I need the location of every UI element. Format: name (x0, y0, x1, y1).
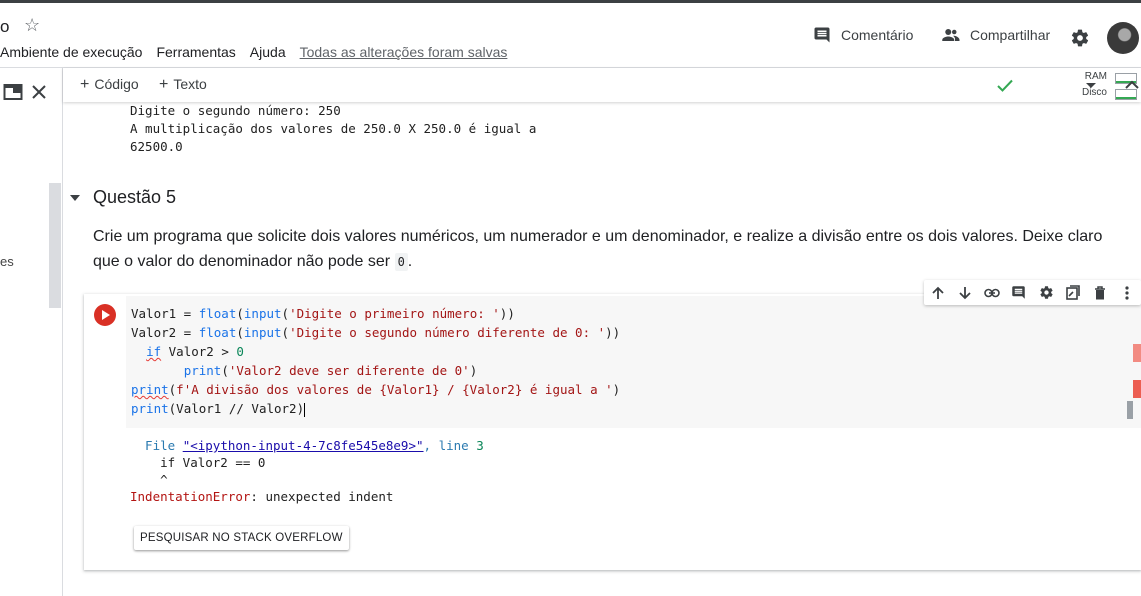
comment-icon[interactable] (1010, 284, 1028, 302)
code-line: Valor1 = float(input('Digite o primeiro … (131, 306, 515, 321)
check-icon (997, 79, 1013, 92)
previous-cell-output: Digite o segundo número: 250 A multiplica… (130, 102, 536, 156)
error-line: IndentationError: unexpected indent (130, 488, 484, 505)
close-icon[interactable] (30, 83, 48, 101)
code-line: print('Valor2 deve ser diferente de 0') (183, 363, 478, 378)
code-line: if Valor2 > 0 (146, 344, 244, 359)
description-end: . (407, 253, 413, 270)
cell-output: File "<ipython-input-4-7c8fe545e8e9>", l… (130, 437, 484, 505)
move-down-icon[interactable] (956, 284, 974, 302)
comment-label: Comentário (841, 27, 914, 43)
gear-icon[interactable] (1070, 28, 1090, 53)
description-line2: que o valor do denominador não pode ser (93, 253, 391, 270)
code-content[interactable]: Valor1 = float(input('Digite o primeiro … (131, 304, 620, 418)
notebook-toolbar: + Código + Texto RAM Disco (63, 68, 1141, 102)
left-panel-scrollbar[interactable] (49, 183, 61, 308)
add-text-button[interactable]: + Texto (159, 76, 207, 94)
comment-icon (814, 27, 830, 43)
code-line: Valor2 = float(input('Digite o segundo n… (131, 325, 621, 340)
add-text-label: Texto (173, 76, 207, 92)
traceback-source-line: if Valor2 == 0 (130, 455, 266, 470)
menu-help[interactable]: Ajuda (250, 44, 286, 60)
delete-icon[interactable] (1091, 284, 1109, 302)
open-in-tab-icon[interactable] (3, 83, 23, 101)
section-header[interactable]: Questão 5 (70, 187, 176, 208)
text-cursor (304, 402, 306, 417)
more-icon[interactable] (1118, 284, 1136, 302)
error-marker (1133, 344, 1141, 362)
output-line: 62500.0 (130, 139, 183, 154)
error-name: IndentationError (130, 489, 251, 504)
share-button[interactable]: Compartilhar (941, 26, 1050, 44)
error-marker (1133, 380, 1141, 398)
mirror-cell-icon[interactable] (1064, 284, 1082, 302)
editor-scrollbar[interactable] (1127, 401, 1133, 419)
menu-bar: Ambiente de execução Ferramentas Ajuda T… (0, 44, 521, 60)
header: o ☆ Ambiente de execução Ferramentas Aju… (0, 3, 1141, 68)
left-panel: es (0, 68, 63, 596)
traceback-caret: ^ (130, 472, 168, 487)
section-description: Crie um programa que solicite dois valor… (93, 224, 1113, 275)
menu-runtime[interactable]: Ambiente de execução (0, 44, 142, 60)
description-line1: Crie um programa que solicite dois valor… (93, 228, 1103, 245)
dropdown-icon[interactable] (1086, 83, 1096, 89)
search-stack-overflow-button[interactable]: PESQUISAR NO STACK OVERFLOW (134, 526, 349, 550)
run-icon[interactable] (94, 304, 116, 326)
error-message: : unexpected indent (250, 489, 394, 504)
share-icon (942, 29, 960, 41)
disk-bar (1115, 89, 1137, 100)
add-code-button[interactable]: + Código (80, 76, 139, 94)
add-code-label: Código (94, 76, 139, 92)
traceback-file-link[interactable]: "<ipython-input-4-7c8fe545e8e9>" (183, 438, 424, 453)
section-title: Questão 5 (93, 187, 177, 207)
notebook-title[interactable]: o (0, 17, 9, 37)
menu-tools[interactable]: Ferramentas (156, 44, 235, 60)
collapse-icon[interactable] (1125, 80, 1139, 89)
comment-button[interactable]: Comentário (813, 26, 913, 44)
avatar[interactable] (1107, 22, 1139, 54)
cell-toolbar (924, 280, 1141, 305)
collapse-section-icon[interactable] (70, 194, 80, 201)
link-icon[interactable] (983, 284, 1001, 302)
settings-icon[interactable] (1037, 284, 1055, 302)
traceback-file-line: File "<ipython-input-4-7c8fe545e8e9>", l… (130, 438, 484, 453)
description-code: 0 (394, 253, 408, 271)
output-line: A multiplicação dos valores de 250.0 X 2… (130, 121, 537, 136)
code-line: print(f'A divisão dos valores de {Valor1… (131, 382, 621, 397)
star-icon[interactable]: ☆ (24, 15, 40, 36)
code-line: print(Valor1 // Valor2) (131, 401, 306, 417)
output-line: Digite o segundo número: 250 (130, 103, 341, 118)
move-up-icon[interactable] (929, 284, 947, 302)
ram-label: RAM (1084, 71, 1107, 82)
share-label: Compartilhar (970, 27, 1051, 43)
save-status[interactable]: Todas as alterações foram salvas (300, 44, 508, 60)
left-panel-text: es (0, 254, 14, 269)
